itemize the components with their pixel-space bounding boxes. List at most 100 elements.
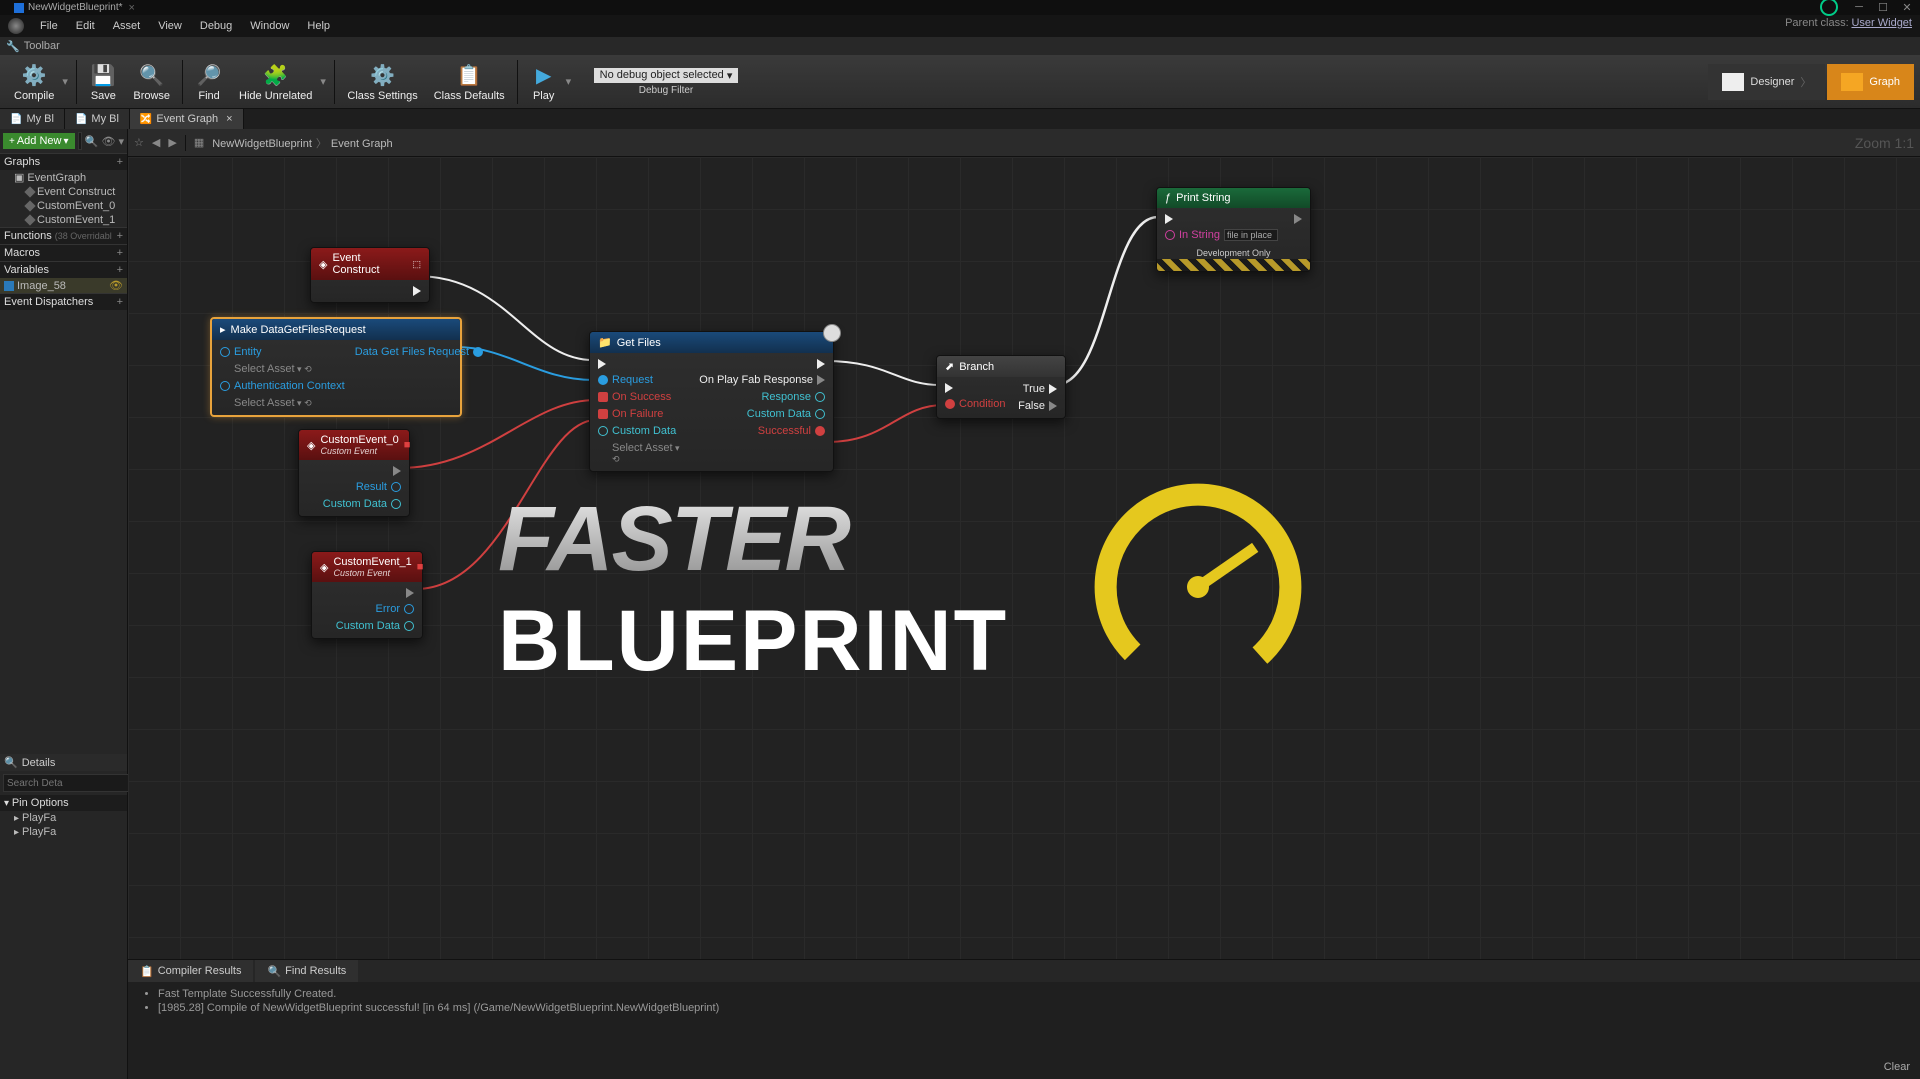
search-icon[interactable]: 🔍 bbox=[85, 135, 99, 148]
tree-customevent-0[interactable]: CustomEvent_0 bbox=[0, 199, 127, 213]
pin-options-header[interactable]: ▾ Pin Options bbox=[0, 795, 127, 811]
unreal-logo-icon[interactable] bbox=[8, 18, 24, 34]
select-asset-dropdown[interactable]: Select Asset ▾ ⟲ bbox=[612, 442, 689, 465]
find-button[interactable]: 🔎Find bbox=[187, 57, 231, 107]
menu-bar: File Edit Asset View Debug Window Help P… bbox=[0, 15, 1920, 37]
class-defaults-button[interactable]: 📋Class Defaults bbox=[426, 57, 513, 107]
class-settings-button[interactable]: ⚙️Class Settings bbox=[339, 57, 425, 107]
debug-object-select[interactable]: No debug object selected▾ bbox=[594, 68, 739, 83]
parent-class-link[interactable]: User Widget bbox=[1851, 17, 1912, 29]
favorite-icon[interactable]: ☆ bbox=[134, 136, 144, 149]
designer-icon bbox=[1722, 73, 1744, 91]
save-icon: 💾 bbox=[89, 62, 117, 90]
source-control-icon[interactable] bbox=[1820, 0, 1838, 16]
log-line: Fast Template Successfully Created. bbox=[158, 988, 1906, 1000]
node-customevent-0[interactable]: ◈CustomEvent_0Custom Event■ Result Custo… bbox=[298, 429, 410, 517]
zoom-level: Zoom 1:1 bbox=[1855, 135, 1914, 151]
close-tab-icon[interactable]: × bbox=[129, 2, 135, 14]
node-customevent-1[interactable]: ◈CustomEvent_1Custom Event■ Error Custom… bbox=[311, 551, 423, 639]
main-area: + Add New ▾ 🔍 👁 ▾ Graphs+ ▣EventGraph Ev… bbox=[0, 129, 1920, 1079]
tree-eventgraph[interactable]: ▣EventGraph bbox=[0, 170, 127, 185]
tree-event-construct[interactable]: Event Construct bbox=[0, 185, 127, 199]
nav-back-icon[interactable]: ◀ bbox=[152, 136, 160, 149]
macros-header[interactable]: Macros+ bbox=[0, 244, 127, 261]
details-item[interactable]: ▸ PlayFa bbox=[0, 811, 127, 825]
compile-dropdown[interactable]: ▾ bbox=[62, 75, 72, 88]
node-branch[interactable]: ⬈Branch Condition True False bbox=[936, 355, 1066, 419]
details-icon: 🔍 bbox=[4, 756, 18, 769]
play-dropdown[interactable]: ▾ bbox=[566, 75, 576, 88]
menu-debug[interactable]: Debug bbox=[192, 18, 240, 34]
node-print-string[interactable]: ƒPrint String In String Development Only bbox=[1156, 187, 1311, 272]
find-icon: 🔎 bbox=[195, 62, 223, 90]
add-dispatcher-icon[interactable]: + bbox=[117, 296, 123, 308]
node-get-files[interactable]: 📁Get Files Request On Success On Failure… bbox=[589, 331, 834, 472]
hide-unrelated-icon: 🧩 bbox=[262, 62, 290, 90]
menu-window[interactable]: Window bbox=[242, 18, 297, 34]
toolbar-header: 🔧 Toolbar bbox=[0, 37, 1920, 55]
menu-file[interactable]: File bbox=[32, 18, 66, 34]
menu-edit[interactable]: Edit bbox=[68, 18, 103, 34]
close-window-button[interactable]: ✕ bbox=[1896, 0, 1918, 14]
save-button[interactable]: 💾Save bbox=[81, 57, 125, 107]
tab-find-results[interactable]: 🔍 Find Results bbox=[255, 960, 358, 982]
add-function-icon[interactable]: + bbox=[117, 230, 123, 242]
designer-mode-button[interactable]: Designer〉 bbox=[1708, 64, 1825, 100]
details-search[interactable] bbox=[3, 774, 143, 792]
maximize-button[interactable]: ☐ bbox=[1872, 0, 1894, 14]
add-graph-icon[interactable]: + bbox=[117, 156, 123, 168]
select-asset-dropdown[interactable]: Select Asset ▾ ⟲ bbox=[234, 397, 345, 409]
in-string-input[interactable] bbox=[1224, 229, 1278, 241]
compile-button[interactable]: ⚙️Compile bbox=[6, 57, 62, 107]
panel-tabs: 📄 My Bl 📄 My Bl 🔀 Event Graph × bbox=[0, 109, 1920, 129]
graphs-header[interactable]: Graphs+ bbox=[0, 153, 127, 170]
search-my-blueprint[interactable] bbox=[78, 132, 82, 150]
development-only-label: Development Only bbox=[1157, 247, 1310, 259]
minimize-button[interactable]: ─ bbox=[1848, 0, 1870, 14]
settings-dd-icon[interactable]: ▾ bbox=[118, 135, 124, 148]
bottom-panel: 📋 Compiler Results 🔍 Find Results Fast T… bbox=[128, 959, 1920, 1079]
tab-event-graph[interactable]: 🔀 Event Graph × bbox=[130, 109, 244, 129]
async-clock-icon bbox=[823, 324, 841, 342]
graph-canvas[interactable]: WIDGET BLUEPRINT ◈Event Construct⬚ ▸Make… bbox=[128, 157, 1920, 1079]
hide-unrelated-dropdown[interactable]: ▾ bbox=[320, 75, 330, 88]
details-item[interactable]: ▸ PlayFa bbox=[0, 825, 127, 839]
close-tab-icon[interactable]: × bbox=[226, 113, 232, 125]
tab-compiler-results[interactable]: 📋 Compiler Results bbox=[128, 960, 253, 982]
class-defaults-icon: 📋 bbox=[455, 62, 483, 90]
toolbar-label: Toolbar bbox=[24, 40, 60, 52]
add-variable-icon[interactable]: + bbox=[117, 264, 123, 276]
tab-my-blueprint-1[interactable]: 📄 My Bl bbox=[0, 109, 65, 129]
add-macro-icon[interactable]: + bbox=[117, 247, 123, 259]
variable-item[interactable]: Image_58👁 bbox=[0, 278, 127, 293]
breadcrumb[interactable]: NewWidgetBlueprint〉Event Graph bbox=[212, 134, 392, 151]
hide-unrelated-button[interactable]: 🧩Hide Unrelated bbox=[231, 57, 320, 107]
variable-type-icon bbox=[4, 281, 14, 291]
tree-customevent-1[interactable]: CustomEvent_1 bbox=[0, 213, 127, 227]
variable-eye-icon[interactable]: 👁 bbox=[109, 279, 123, 292]
play-button[interactable]: ▶Play bbox=[522, 57, 566, 107]
graph-editor: ☆ ◀ ▶ ▦ NewWidgetBlueprint〉Event Graph Z… bbox=[128, 129, 1920, 1079]
blueprint-doc-icon bbox=[14, 3, 24, 13]
graph-icon: ▦ bbox=[194, 136, 204, 149]
clear-log-button[interactable]: Clear bbox=[1884, 1061, 1910, 1073]
add-new-button[interactable]: + Add New ▾ bbox=[3, 133, 75, 149]
menu-view[interactable]: View bbox=[150, 18, 190, 34]
menu-help[interactable]: Help bbox=[299, 18, 338, 34]
dispatchers-header[interactable]: Event Dispatchers+ bbox=[0, 293, 127, 310]
functions-header[interactable]: Functions (38 Overridabl+ bbox=[0, 227, 127, 244]
my-blueprint-panel: + Add New ▾ 🔍 👁 ▾ Graphs+ ▣EventGraph Ev… bbox=[0, 129, 128, 1079]
variables-header[interactable]: Variables+ bbox=[0, 261, 127, 278]
graph-mode-button[interactable]: Graph bbox=[1827, 64, 1914, 100]
browse-button[interactable]: 🔍Browse bbox=[125, 57, 178, 107]
wrench-icon: 🔧 bbox=[6, 40, 20, 53]
document-title: NewWidgetBlueprint* bbox=[28, 2, 123, 13]
node-make-request[interactable]: ▸Make DataGetFilesRequest Entity Select … bbox=[210, 317, 462, 417]
nav-fwd-icon[interactable]: ▶ bbox=[168, 136, 176, 149]
menu-asset[interactable]: Asset bbox=[105, 18, 149, 34]
eye-icon[interactable]: 👁 bbox=[102, 135, 116, 148]
node-event-construct[interactable]: ◈Event Construct⬚ bbox=[310, 247, 430, 303]
tab-my-blueprint-2[interactable]: 📄 My Bl bbox=[65, 109, 130, 129]
select-asset-dropdown[interactable]: Select Asset ▾ ⟲ bbox=[234, 363, 345, 375]
debug-filter-label: Debug Filter bbox=[639, 85, 693, 96]
